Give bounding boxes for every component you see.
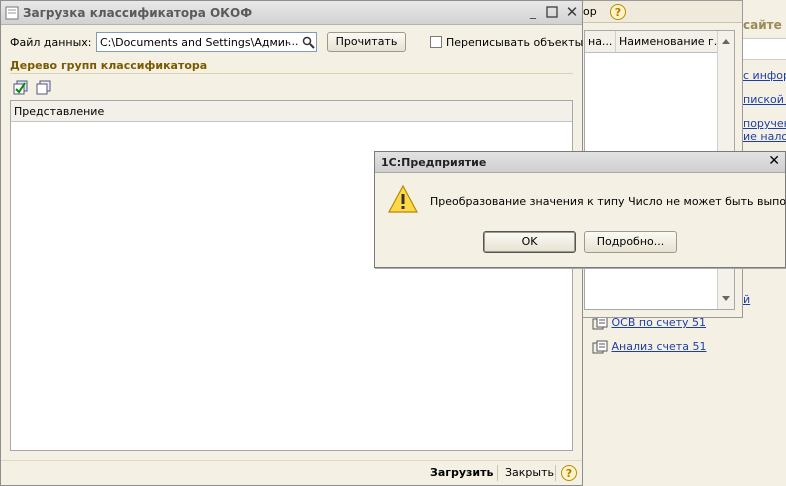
dialog-message: Преобразование значения к типу Число не … [430,195,786,208]
report-icon [592,316,608,330]
window-icon [5,6,19,20]
right-panel-header: сайте И [743,18,786,32]
overwrite-checkbox[interactable] [430,36,442,48]
right-panel-link-3[interactable]: поручен [743,117,786,130]
grid-column-header-2[interactable]: Наименование г... [616,31,719,53]
file-field-value: C:\Documents and Settings\Админист [100,36,290,49]
tree-column-header[interactable]: Представление [11,101,572,122]
load-button[interactable]: Загрузить [430,466,493,479]
footer-divider [497,465,498,481]
analysis-link[interactable]: Анализ счета 51 [612,340,707,353]
help-icon[interactable]: ? [560,464,578,482]
file-label: Файл данных: [10,36,92,49]
right-panel-field [743,38,786,60]
check-all-icon[interactable] [13,80,29,96]
footer-bar: Загрузить Закрыть ? [1,460,582,486]
right-panel-link-1[interactable]: с информ [743,69,786,82]
tree-section-title: Дерево групп классификатора [10,59,208,72]
right-panel-link-4[interactable]: ие налог [743,130,786,143]
report-icon [592,340,608,354]
section-divider [10,73,573,74]
right-panel-link-5[interactable]: й [743,293,750,306]
details-button[interactable]: Подробно... [584,231,677,253]
svg-text:?: ? [615,6,621,19]
scroll-down-icon[interactable] [722,296,730,301]
close-icon[interactable]: ✕ [564,4,580,20]
uncheck-all-icon[interactable] [36,80,52,96]
dialog-close-icon[interactable]: ✕ [768,153,780,169]
right-panel-link-2[interactable]: пиской о [743,93,786,106]
search-icon[interactable] [302,36,315,49]
main-title-bar[interactable]: Загрузка классификатора ОКОФ _ ✕ [1,1,582,25]
analysis-link-row[interactable]: Анализ счета 51 [592,340,706,354]
file-select-button[interactable]: ... [288,35,299,48]
dialog-title-bar[interactable]: 1С:Предприятие ✕ [375,152,785,173]
maximize-icon[interactable] [544,4,560,20]
ok-button[interactable]: OK [483,231,576,253]
main-window-title: Загрузка классификатора ОКОФ [23,6,253,20]
overwrite-label: Переписывать объекты [446,36,584,49]
warning-icon [387,184,419,213]
svg-text:?: ? [566,467,572,480]
minimize-icon[interactable]: _ [525,4,541,20]
background-toolbar: ор ? [579,1,742,23]
scroll-up-icon[interactable] [722,39,730,44]
error-dialog: 1С:Предприятие ✕ Преобразование значения… [374,151,786,268]
file-field[interactable]: C:\Documents and Settings\Админист ... [96,32,317,52]
background-toolbar-text[interactable]: ор [583,5,597,18]
dialog-title: 1С:Предприятие [381,156,487,169]
footer-divider-2 [555,465,556,481]
read-button[interactable]: Прочитать [327,32,406,52]
close-button[interactable]: Закрыть [505,466,554,479]
grid-column-header-1[interactable]: на... [585,31,616,53]
osv-link-row[interactable]: ОСВ по счету 51 [592,316,706,330]
help-icon[interactable]: ? [609,3,627,24]
